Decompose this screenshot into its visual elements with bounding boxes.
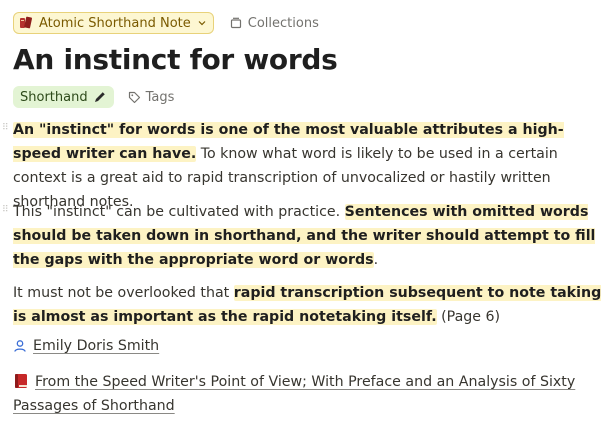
collections-button[interactable]: Collections (230, 16, 319, 31)
tag-chip-shorthand[interactable]: Shorthand (13, 86, 114, 108)
chevron-down-icon (198, 21, 206, 26)
tags-row: Shorthand Tags (13, 86, 174, 108)
add-tags-button[interactable]: Tags (128, 89, 175, 105)
top-bar: Atomic Shorthand Note Collections (13, 11, 319, 35)
page-title[interactable]: An instinct for words (13, 40, 338, 80)
red-book-icon (15, 374, 27, 388)
paragraph-2[interactable]: This "instinct" can be cultivated with p… (13, 200, 603, 272)
author-link[interactable]: Emily Doris Smith (33, 338, 159, 354)
note-type-label: Atomic Shorthand Note (39, 15, 191, 31)
books-icon (20, 16, 32, 29)
tag-icon (128, 91, 140, 103)
collections-icon (230, 17, 241, 29)
body-text: . (373, 252, 379, 268)
source-link[interactable]: From the Speed Writer's Point of View; W… (13, 374, 575, 414)
body-text: It must not be overlooked that (13, 285, 234, 301)
body-text: This "instinct" can be cultivated with p… (13, 204, 345, 220)
person-icon (14, 340, 26, 352)
tag-label: Shorthand (20, 89, 88, 105)
drag-handle-icon[interactable]: ⠿ (2, 206, 10, 218)
source-row: From the Speed Writer's Point of View; W… (13, 370, 598, 418)
drag-handle-icon[interactable]: ⠿ (2, 124, 10, 136)
collections-label: Collections (247, 15, 319, 31)
note-type-selector[interactable]: Atomic Shorthand Note (13, 12, 214, 34)
pencil-icon (94, 91, 105, 102)
author-row: Emily Doris Smith (13, 338, 159, 354)
body-text: (Page 6) (436, 309, 501, 325)
tags-button-label: Tags (145, 89, 175, 105)
paragraph-3[interactable]: It must not be overlooked that rapid tra… (13, 281, 603, 329)
